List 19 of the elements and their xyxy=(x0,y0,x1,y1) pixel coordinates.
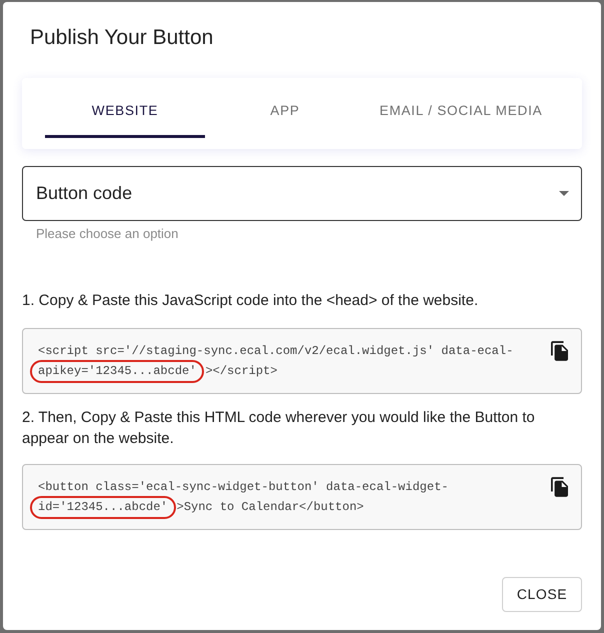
close-button[interactable]: CLOSE xyxy=(502,577,582,612)
copy-icon[interactable] xyxy=(551,477,568,497)
tab[interactable]: EMAIL / SOCIAL MEDIA xyxy=(365,91,557,138)
instruction-text: 1. Copy & Paste this JavaScript code into the <head> of the website. xyxy=(22,291,480,311)
tab[interactable]: APP xyxy=(205,91,365,138)
select-field[interactable]: Button code xyxy=(22,166,582,221)
circled-code-text: apikey='12345...abcde' xyxy=(30,360,204,383)
select-value: Button code xyxy=(36,182,132,205)
circled-code-text: id='12345...abcde' xyxy=(30,496,176,519)
caret-icon xyxy=(559,191,569,196)
code-text: ></script> xyxy=(205,364,278,378)
code-text: <script src='//staging-sync.ecal.com/v2/ecal.widget.js' data-ecal- xyxy=(38,344,514,358)
code-text: >Sync to Calendar</button> xyxy=(176,500,364,514)
helper-text: Please choose an option xyxy=(36,226,178,242)
copy-icon[interactable] xyxy=(551,341,568,361)
dialog-title: Publish Your Button xyxy=(29,25,214,51)
tab[interactable]: WEBSITE xyxy=(45,91,205,138)
code-text: <button class='ecal-sync-widget-button' data-ecal-widget- xyxy=(38,480,448,494)
instruction-text: 2. Then, Copy & Paste this HTML code wherever you would like the Button to appear on the website. xyxy=(22,408,536,449)
